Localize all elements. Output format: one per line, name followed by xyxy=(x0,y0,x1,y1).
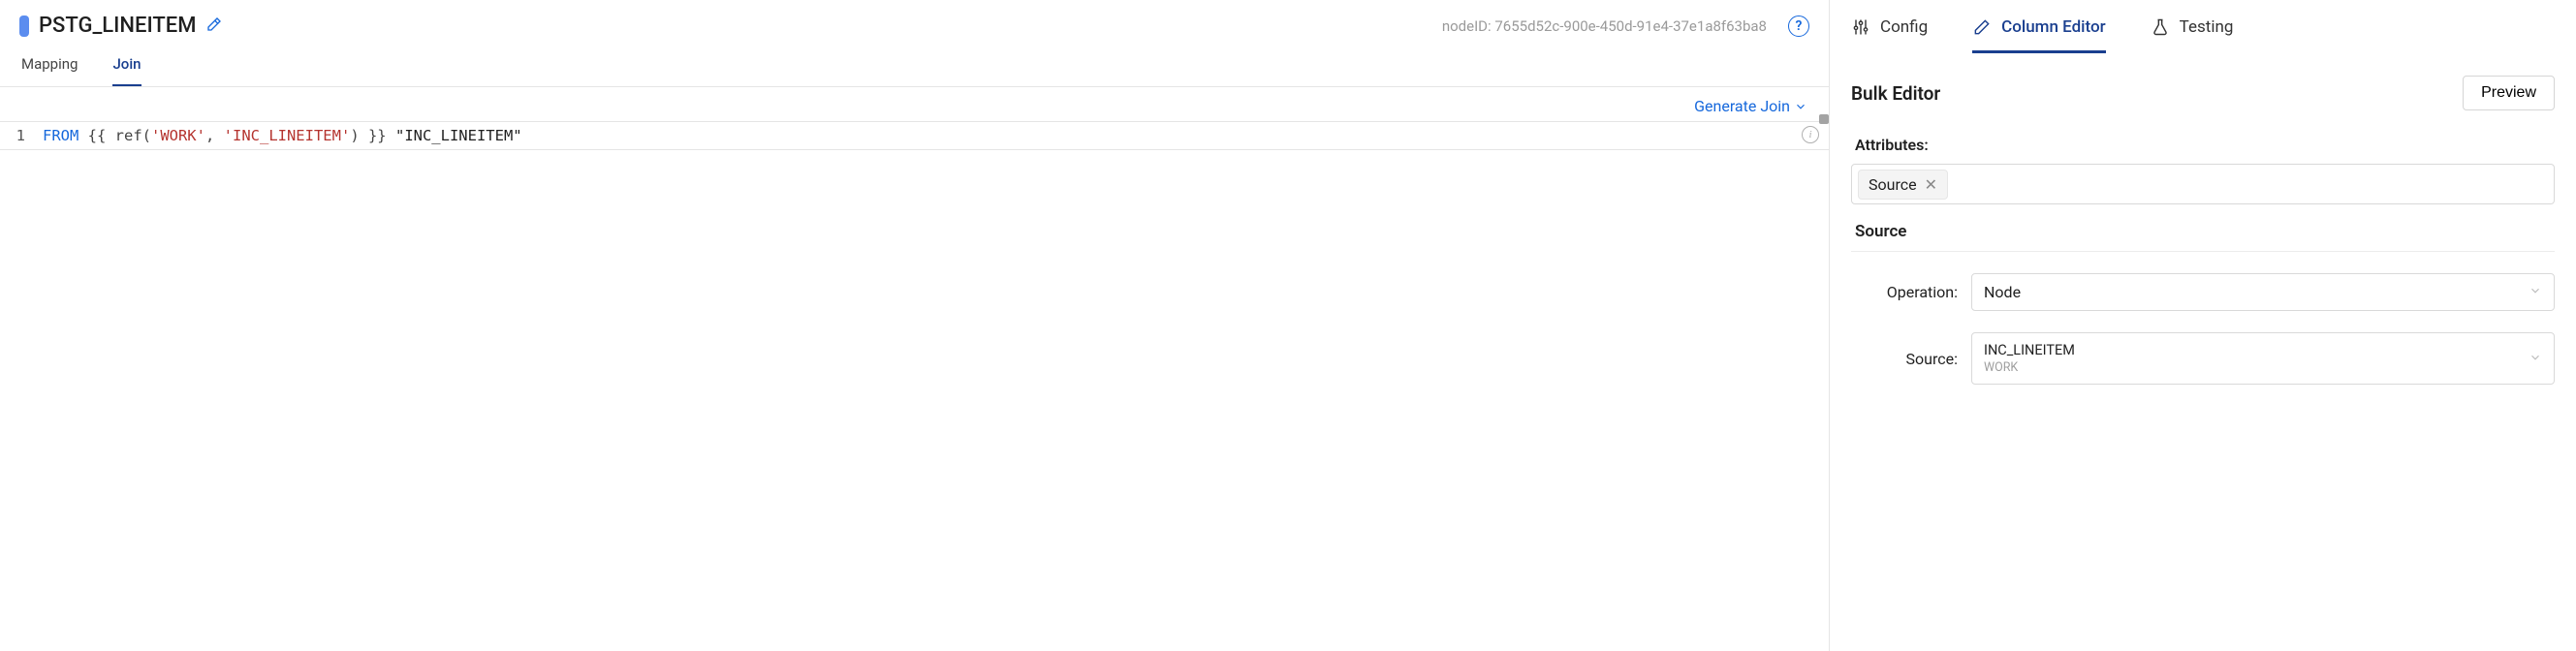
attributes-label: Attributes: xyxy=(1855,136,2551,154)
node-type-icon xyxy=(19,16,29,37)
code-alias: "INC_LINEITEM" xyxy=(395,127,522,144)
info-icon[interactable]: i xyxy=(1802,126,1819,143)
chevron-down-icon xyxy=(2529,283,2542,301)
attribute-chip-source: Source ✕ xyxy=(1858,170,1948,200)
source-select[interactable]: INC_LINEITEM WORK xyxy=(1971,332,2555,385)
attributes-input[interactable]: Source ✕ xyxy=(1851,164,2555,204)
tab-column-editor-label: Column Editor xyxy=(2001,17,2106,37)
source-section-header: Source xyxy=(1851,204,2555,252)
preview-button[interactable]: Preview xyxy=(2463,76,2555,110)
operation-select[interactable]: Node xyxy=(1971,273,2555,311)
code-sep: , xyxy=(205,127,224,144)
generate-join-label: Generate Join xyxy=(1694,97,1790,115)
tab-testing[interactable]: Testing xyxy=(2151,17,2234,53)
flask-icon xyxy=(2151,17,2170,37)
source-value: INC_LINEITEM xyxy=(1984,342,2075,358)
code-arg2: 'INC_LINEITEM' xyxy=(224,127,351,144)
edit-title-icon[interactable] xyxy=(205,16,223,37)
chip-remove-icon[interactable]: ✕ xyxy=(1925,175,1937,194)
code-editor[interactable]: 1 FROM {{ ref('WORK', 'INC_LINEITEM') }}… xyxy=(0,121,1829,150)
code-close: ) }} xyxy=(350,127,395,144)
code-line-1[interactable]: FROM {{ ref('WORK', 'INC_LINEITEM') }} "… xyxy=(37,122,1829,149)
chip-label: Source xyxy=(1869,175,1917,194)
page-title: PSTG_LINEITEM xyxy=(39,14,196,38)
code-arg1: 'WORK' xyxy=(151,127,205,144)
chevron-down-icon xyxy=(2529,350,2542,368)
operation-value: Node xyxy=(1984,283,2021,301)
code-gutter: 1 xyxy=(0,122,37,149)
pencil-icon xyxy=(1972,17,1992,37)
scrollbar-thumb[interactable] xyxy=(1819,114,1829,124)
sliders-icon xyxy=(1851,17,1870,37)
right-tabs: Config Column Editor Testing xyxy=(1851,0,2555,54)
tab-config[interactable]: Config xyxy=(1851,17,1928,53)
code-keyword: FROM xyxy=(43,127,79,144)
left-tabs: Mapping Join xyxy=(0,46,1829,87)
help-icon[interactable]: ? xyxy=(1788,16,1809,37)
tab-join[interactable]: Join xyxy=(112,46,141,86)
tab-mapping[interactable]: Mapping xyxy=(21,46,78,86)
source-subvalue: WORK xyxy=(1984,360,2075,375)
tab-config-label: Config xyxy=(1880,17,1928,37)
operation-label: Operation: xyxy=(1851,283,1958,301)
source-label: Source: xyxy=(1851,350,1958,368)
tab-column-editor[interactable]: Column Editor xyxy=(1972,17,2106,53)
code-open: {{ ref( xyxy=(79,127,151,144)
tab-testing-label: Testing xyxy=(2180,17,2234,37)
node-id-label: nodeID: 7655d52c-900e-450d-91e4-37e1a8f6… xyxy=(1442,17,1767,35)
generate-join-link[interactable]: Generate Join xyxy=(1694,97,1807,115)
bulk-editor-title: Bulk Editor xyxy=(1851,82,1940,105)
chevron-down-icon xyxy=(1794,100,1807,113)
